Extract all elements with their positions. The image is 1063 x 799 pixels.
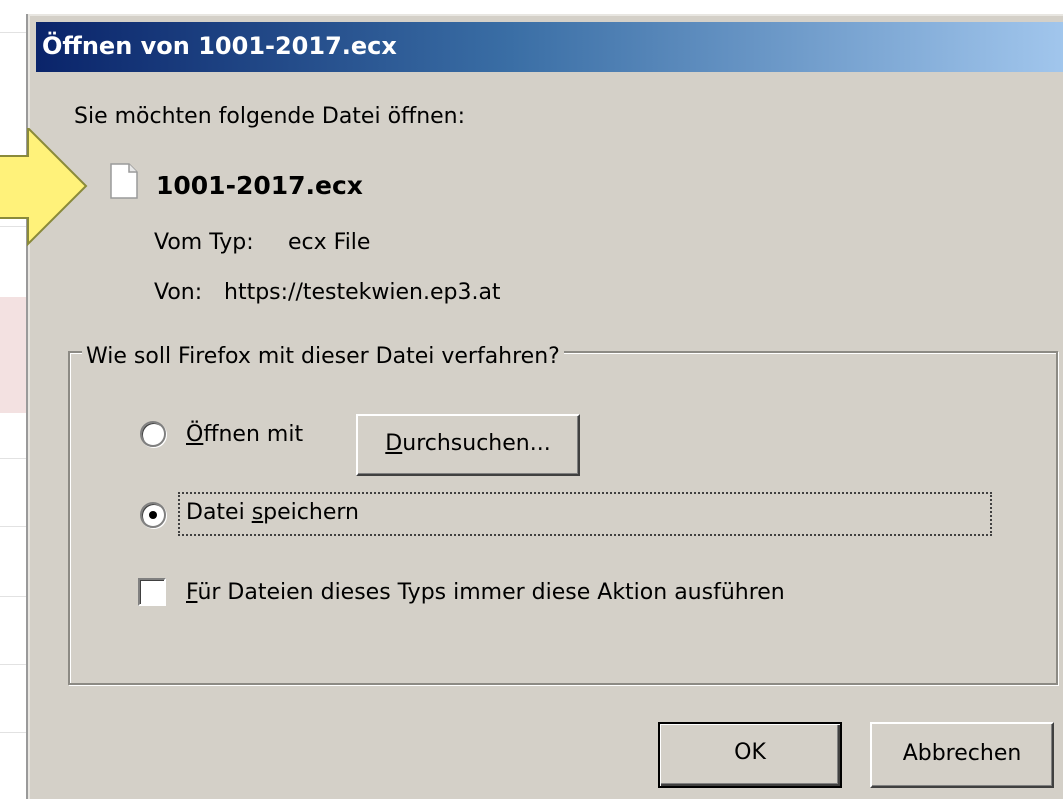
dialog-title: Öffnen von 1001-2017.ecx xyxy=(42,32,397,60)
screen: Öffnen von 1001-2017.ecx X Sie möchten f… xyxy=(0,0,1063,799)
action-groupbox-legend: Wie soll Firefox mit dieser Datei verfah… xyxy=(82,344,564,369)
open-with-radio[interactable] xyxy=(140,421,166,447)
radio-selected-dot xyxy=(149,511,157,519)
file-download-dialog: Öffnen von 1001-2017.ecx X Sie möchten f… xyxy=(28,14,1063,799)
file-source-value: https://testekwien.ep3.at xyxy=(224,280,501,305)
open-prompt: Sie möchten folgende Datei öffnen: xyxy=(74,104,466,129)
ok-button[interactable]: OK xyxy=(658,722,842,788)
open-with-label[interactable]: Öffnen mit xyxy=(186,422,303,447)
file-source-label: Von: xyxy=(154,280,203,305)
cancel-button[interactable]: Abbrechen xyxy=(870,722,1054,788)
always-do-checkbox[interactable] xyxy=(138,578,166,606)
file-name: 1001-2017.ecx xyxy=(156,171,363,200)
yellow-arrow-icon xyxy=(0,128,88,247)
save-file-radio[interactable] xyxy=(140,502,166,528)
always-do-label[interactable]: Für Dateien dieses Typs immer diese Akti… xyxy=(186,580,785,605)
dialog-titlebar[interactable]: Öffnen von 1001-2017.ecx X xyxy=(36,22,1063,72)
save-file-label[interactable]: Datei speichern xyxy=(186,500,359,525)
file-icon xyxy=(110,163,138,199)
browse-button[interactable]: Durchsuchen... xyxy=(356,414,580,476)
file-type-label: Vom Typ: xyxy=(154,230,254,255)
file-type-value: ecx File xyxy=(288,230,371,255)
